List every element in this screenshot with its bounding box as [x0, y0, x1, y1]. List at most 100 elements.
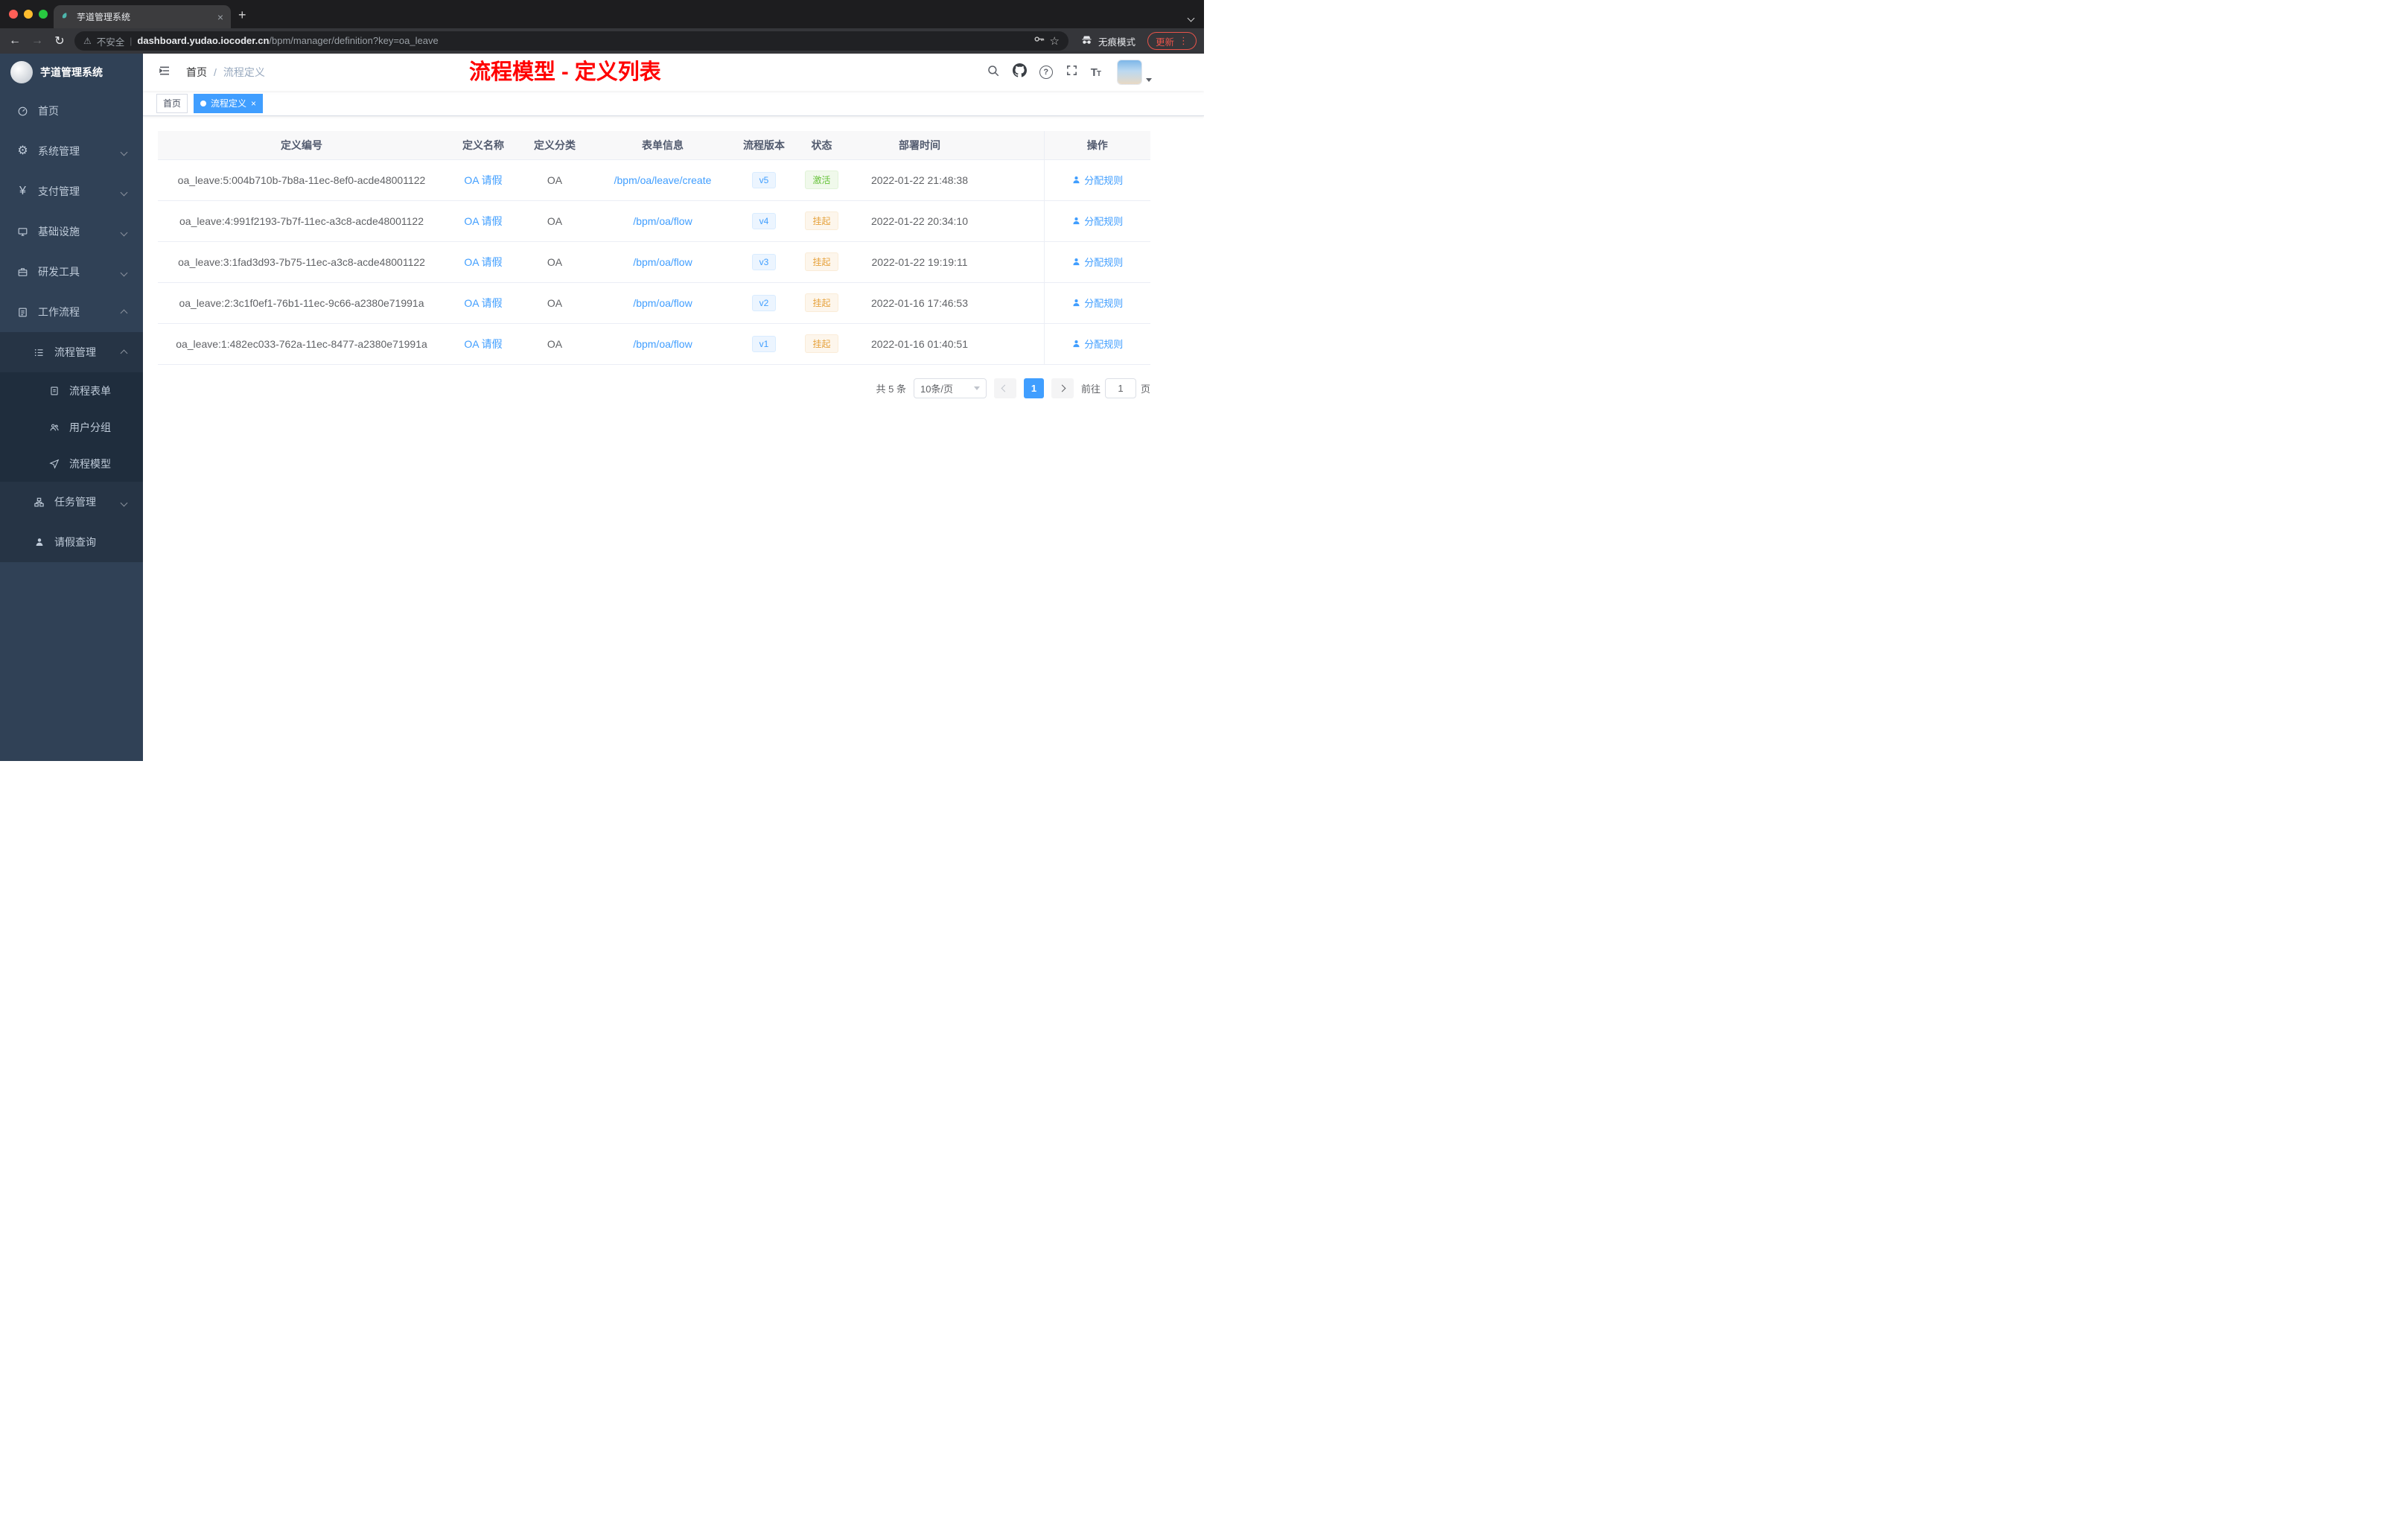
tag-process-definition[interactable]: 流程定义 ×: [194, 93, 264, 113]
column-header: 定义编号: [158, 131, 445, 160]
next-page-button[interactable]: [1051, 378, 1074, 398]
sidebar-item-payment-management[interactable]: ¥ 支付管理: [0, 171, 143, 211]
app: 芋道管理系统 首页 ⚙ 系统管理 ¥ 支付管理 基础设施 研发工具 工作流程 流…: [0, 54, 1204, 761]
select-caret-icon: [973, 386, 980, 390]
chevron-down-icon: [120, 496, 128, 508]
status-badge: 挂起: [805, 252, 838, 271]
definition-table: 定义编号 定义名称 定义分类 表单信息 流程版本 状态 部署时间 操作 oa_l…: [158, 131, 1150, 365]
new-tab-button[interactable]: +: [238, 4, 246, 25]
assign-rule-link[interactable]: 分配规则: [1071, 337, 1123, 351]
sidebar-item-label: 请假查询: [54, 536, 96, 548]
column-header: 表单信息: [588, 131, 737, 160]
definition-category: OA: [521, 282, 588, 324]
sidebar-item-home[interactable]: 首页: [0, 91, 143, 131]
goto-page-input[interactable]: [1104, 378, 1136, 398]
search-icon[interactable]: [987, 64, 1000, 81]
sidebar-item-dev-tools[interactable]: 研发工具: [0, 252, 143, 292]
definition-name-link[interactable]: OA 请假: [464, 256, 502, 268]
browser-reload-button[interactable]: ↻: [52, 34, 67, 48]
gear-icon: ⚙: [17, 144, 28, 157]
bookmark-star-icon[interactable]: ☆: [1050, 34, 1060, 48]
goto-label: 前往: [1080, 383, 1101, 395]
address-bar[interactable]: ⚠ 不安全 | dashboard.yudao.iocoder.cn/bpm/m…: [74, 31, 1068, 51]
table-header-row: 定义编号 定义名称 定义分类 表单信息 流程版本 状态 部署时间 操作: [158, 131, 1150, 160]
form-icon: [48, 386, 60, 396]
user-group-icon: [48, 422, 60, 433]
assign-rule-link[interactable]: 分配规则: [1071, 296, 1123, 310]
definition-name-link[interactable]: OA 请假: [464, 297, 502, 309]
version-badge: v3: [751, 253, 777, 270]
window-zoom-button[interactable]: [39, 10, 48, 19]
sidebar-item-infrastructure[interactable]: 基础设施: [0, 211, 143, 252]
workflow-icon: [16, 307, 29, 318]
form-link[interactable]: /bpm/oa/flow: [633, 215, 692, 227]
filler-cell: [987, 241, 1044, 283]
assign-rule-link[interactable]: 分配规则: [1071, 255, 1123, 269]
sidebar-item-label: 用户分组: [69, 421, 111, 433]
paper-plane-icon: [48, 459, 60, 469]
window-minimize-button[interactable]: [24, 10, 33, 19]
definition-category: OA: [521, 159, 588, 201]
user-avatar[interactable]: [1118, 60, 1141, 84]
sidebar-item-leave-query[interactable]: 请假查询: [0, 522, 143, 562]
url-domain: dashboard.yudao.iocoder.cn: [137, 35, 270, 46]
sidebar-item-user-group[interactable]: 用户分组: [0, 409, 143, 445]
tab-search-chevron-icon[interactable]: [1187, 11, 1195, 25]
incognito-icon: [1080, 34, 1093, 48]
assign-rule-link[interactable]: 分配规则: [1071, 173, 1123, 187]
column-header: 定义分类: [521, 131, 588, 160]
sidebar-item-process-management[interactable]: 流程管理: [0, 332, 143, 372]
app-logo[interactable]: 芋道管理系统: [0, 54, 143, 91]
browser-tab[interactable]: 芋道管理系统 ×: [54, 5, 231, 28]
sidebar-item-process-model[interactable]: 流程模型: [0, 445, 143, 482]
definition-id: oa_leave:2:3c1f0ef1-76b1-11ec-9c66-a2380…: [158, 282, 445, 324]
sidebar-item-process-form[interactable]: 流程表单: [0, 372, 143, 409]
help-icon[interactable]: ?: [1039, 66, 1053, 79]
form-link[interactable]: /bpm/oa/leave/create: [614, 174, 712, 186]
page-size-select[interactable]: 10条/页: [913, 378, 987, 398]
definition-name-link[interactable]: OA 请假: [464, 338, 502, 350]
sidebar-menu: 首页 ⚙ 系统管理 ¥ 支付管理 基础设施 研发工具 工作流程 流程管理 流程表…: [0, 91, 143, 562]
sidebar-item-workflow[interactable]: 工作流程: [0, 292, 143, 332]
app-title: 芋道管理系统: [40, 66, 103, 78]
sidebar-item-task-management[interactable]: 任务管理: [0, 482, 143, 522]
breadcrumb-home[interactable]: 首页: [186, 65, 207, 80]
font-size-icon[interactable]: TT: [1091, 66, 1101, 79]
page-number-button[interactable]: 1: [1023, 378, 1044, 398]
browser-forward-button[interactable]: →: [30, 34, 45, 48]
tag-label: 流程定义: [211, 98, 247, 109]
password-key-icon[interactable]: [1033, 34, 1045, 48]
column-header: 状态: [791, 131, 853, 160]
screen: 芋道管理系统 × + ← → ↻ ⚠ 不安全 | dashboard.yudao…: [0, 0, 1204, 761]
tag-close-icon[interactable]: ×: [251, 98, 256, 109]
update-button[interactable]: 更新 ⋮: [1147, 32, 1197, 50]
tab-close-icon[interactable]: ×: [217, 11, 223, 23]
definition-name-link[interactable]: OA 请假: [464, 174, 502, 186]
browser-back-button[interactable]: ←: [7, 34, 22, 48]
prev-page-button[interactable]: [993, 378, 1016, 398]
dashboard-icon: [16, 106, 29, 117]
definition-category: OA: [521, 200, 588, 242]
security-warning-icon[interactable]: ⚠: [83, 36, 92, 46]
user-menu[interactable]: [1118, 60, 1152, 84]
definition-id: oa_leave:4:991f2193-7b7f-11ec-a3c8-acde4…: [158, 200, 445, 242]
tag-label: 首页: [163, 98, 182, 109]
hamburger-icon[interactable]: [153, 65, 176, 80]
fullscreen-icon[interactable]: [1066, 64, 1078, 80]
sidebar-item-label: 任务管理: [54, 496, 96, 508]
definition-name-link[interactable]: OA 请假: [464, 215, 502, 227]
form-link[interactable]: /bpm/oa/flow: [633, 256, 692, 268]
person-icon: [1073, 217, 1080, 225]
github-icon[interactable]: [1012, 63, 1027, 81]
sidebar: 芋道管理系统 首页 ⚙ 系统管理 ¥ 支付管理 基础设施 研发工具 工作流程 流…: [0, 54, 143, 761]
assign-rule-link[interactable]: 分配规则: [1071, 214, 1123, 228]
update-label: 更新: [1155, 36, 1174, 48]
window-close-button[interactable]: [9, 10, 18, 19]
browser-menu-dots-icon[interactable]: ⋮: [1179, 35, 1188, 47]
infrastructure-icon: [16, 226, 29, 238]
form-link[interactable]: /bpm/oa/flow: [633, 297, 692, 309]
tag-home[interactable]: 首页: [156, 93, 188, 113]
sidebar-item-system-management[interactable]: ⚙ 系统管理: [0, 131, 143, 171]
sidebar-item-label: 基础设施: [38, 226, 80, 238]
form-link[interactable]: /bpm/oa/flow: [633, 338, 692, 350]
